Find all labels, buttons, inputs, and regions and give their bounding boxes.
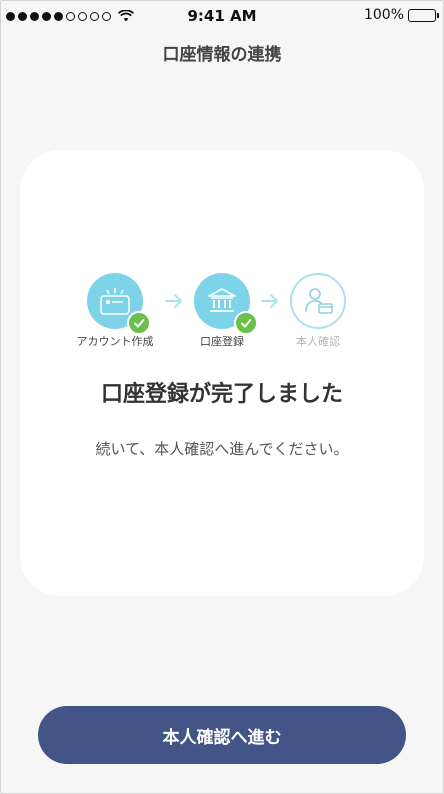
bank-icon	[208, 288, 236, 312]
checkmark-icon	[234, 311, 258, 335]
credit-card-icon	[100, 288, 130, 315]
step-account-creation: アカウント作成	[65, 273, 165, 349]
battery-indicator: 100%	[363, 7, 439, 23]
step-label: 本人確認	[296, 335, 340, 348]
battery-percent: 100%	[363, 7, 404, 23]
completion-headline: 口座登録が完了しました	[100, 382, 343, 407]
step-label: アカウント作成	[76, 335, 154, 348]
step-account-registration: 口座登録	[172, 273, 272, 349]
checkmark-icon	[127, 311, 151, 335]
completion-card: アカウント作成 口座登録 本人確認 口座登録が完了しました 続いて、本人確認へ進…	[20, 150, 424, 596]
person-id-icon	[305, 288, 333, 314]
step-progress: アカウント作成 口座登録 本人確認	[20, 273, 424, 353]
step-label: 口座登録	[200, 335, 244, 348]
step-identity-verification: 本人確認	[268, 273, 368, 349]
battery-icon	[408, 8, 439, 22]
page-title: 口座情報の連携	[162, 45, 282, 65]
status-bar: 9:41 AM 100%	[0, 0, 444, 30]
completion-subtext: 続いて、本人確認へ進んでください。	[95, 440, 349, 458]
proceed-to-identity-verification-button[interactable]: 本人確認へ進む	[38, 706, 406, 764]
